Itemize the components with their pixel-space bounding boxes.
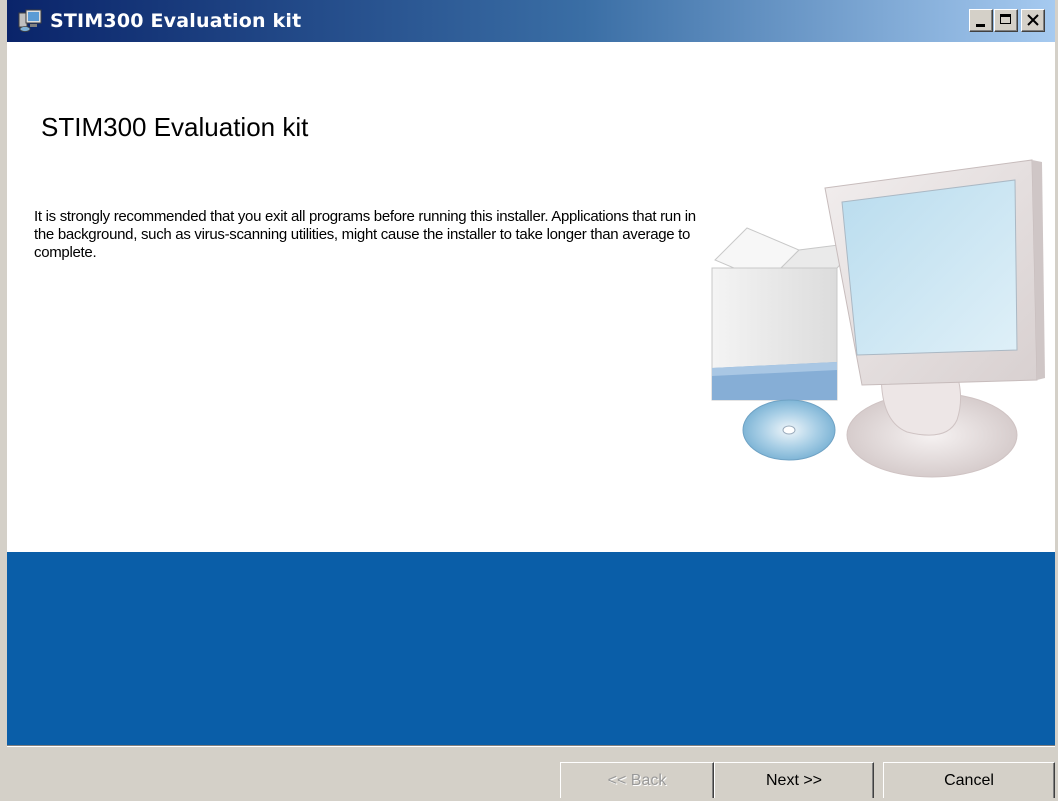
page-title: STIM300 Evaluation kit: [41, 112, 309, 142]
window-title: STIM300 Evaluation kit: [50, 10, 302, 32]
close-icon: [1027, 14, 1039, 26]
description-text: It is strongly recommended that you exit…: [34, 208, 696, 261]
cancel-button[interactable]: Cancel: [883, 762, 1055, 798]
back-button[interactable]: << Back: [560, 762, 714, 798]
installer-computer-icon: [18, 9, 42, 32]
next-button[interactable]: Next >>: [714, 762, 874, 798]
minimize-button[interactable]: [969, 9, 993, 32]
computer-setup-illustration: [711, 159, 1045, 478]
close-button[interactable]: [1021, 9, 1045, 32]
title-bar[interactable]: STIM300 Evaluation kit: [7, 0, 1055, 42]
installer-window: STIM300 Evaluation kit STIM300 Evaluatio…: [0, 0, 1058, 801]
button-bar: << Back Next >> Cancel: [7, 745, 1055, 798]
maximize-button[interactable]: [994, 9, 1018, 32]
banner-band: [7, 552, 1055, 745]
